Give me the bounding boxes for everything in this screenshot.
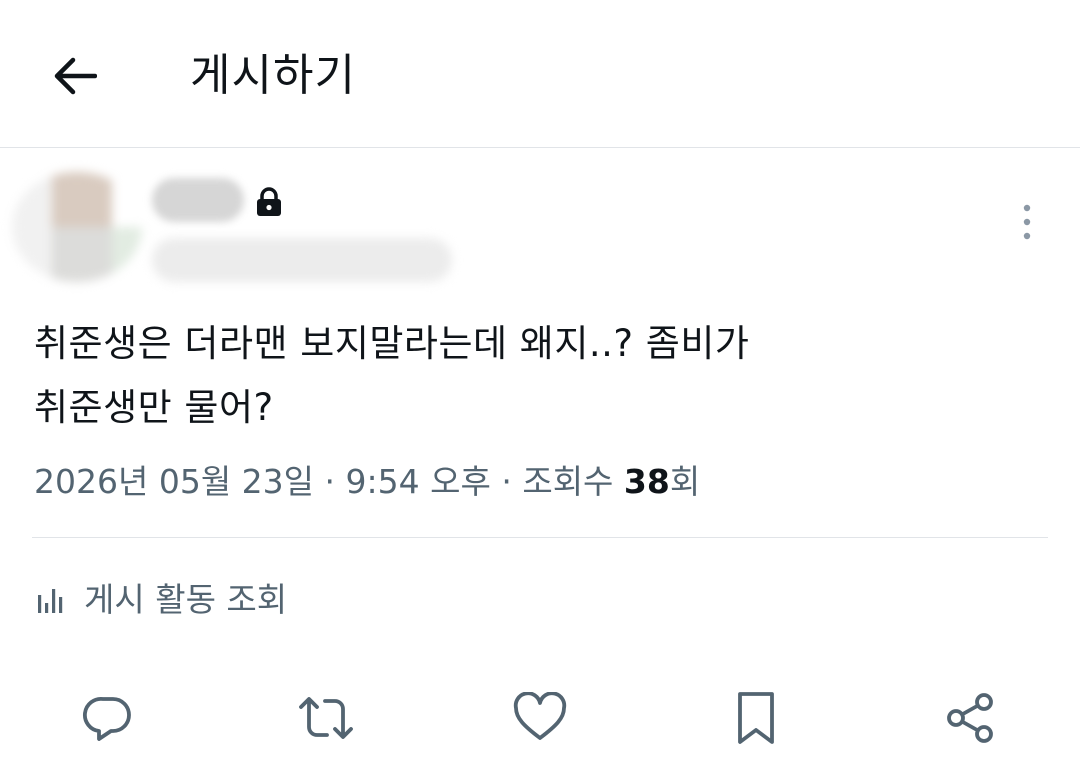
avatar[interactable] — [12, 172, 142, 282]
bar-chart-icon — [38, 589, 63, 613]
share-button[interactable] — [938, 686, 1002, 750]
bookmark-button[interactable] — [724, 686, 788, 750]
top-app-bar: 게시하기 — [0, 0, 1080, 148]
post-action-bar — [0, 686, 1080, 750]
activity-label: 게시 활동 조회 — [84, 580, 288, 619]
views-label: 조회수 — [522, 462, 624, 501]
post-author — [0, 160, 1080, 290]
view-post-activity-button[interactable]: 게시 활동 조회 — [34, 575, 287, 625]
post-date: 2026년 05월 23일 — [34, 462, 315, 501]
post-text: 취준생은 더라맨 보지말라는데 왜지..? 좀비가 취준생만 물어? — [34, 322, 750, 429]
repost-icon — [299, 697, 353, 739]
views-suffix: 회 — [669, 462, 701, 501]
views-count: 38 — [623, 462, 670, 501]
divider — [32, 537, 1048, 538]
like-button[interactable] — [508, 686, 572, 750]
bookmark-icon — [738, 692, 774, 744]
username-redacted — [152, 238, 452, 282]
back-button[interactable] — [46, 48, 102, 104]
display-name-redacted[interactable] — [152, 178, 244, 222]
more-options-button[interactable] — [1010, 200, 1044, 244]
meta-separator: · — [490, 462, 523, 501]
heart-icon — [513, 692, 567, 740]
lock-icon — [257, 187, 281, 216]
reply-icon — [83, 697, 131, 741]
repost-button[interactable] — [294, 686, 358, 750]
arrow-left-icon — [54, 57, 97, 95]
post-meta: 2026년 05월 23일 · 9:54 오후 · 조회수 38회 — [34, 457, 700, 507]
post-time: 9:54 오후 — [345, 462, 491, 501]
more-vertical-icon — [1023, 204, 1031, 240]
share-icon — [947, 693, 993, 743]
reply-button[interactable] — [76, 686, 140, 750]
page-title: 게시하기 — [190, 50, 356, 101]
meta-separator: · — [314, 462, 346, 501]
